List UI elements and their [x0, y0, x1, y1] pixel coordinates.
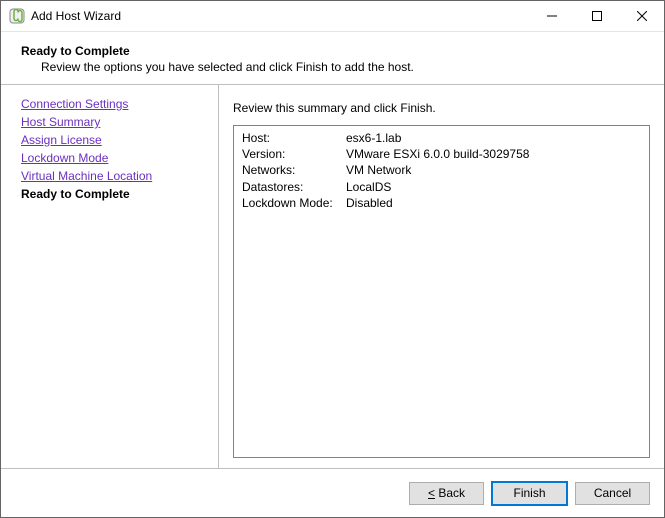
summary-value: LocalDS [346, 179, 641, 195]
summary-box: Host:esx6-1.labVersion:VMware ESXi 6.0.0… [233, 125, 650, 458]
summary-row: Networks:VM Network [242, 162, 641, 178]
summary-label: Version: [242, 146, 346, 162]
wizard-step-lockdown-mode[interactable]: Lockdown Mode [21, 149, 206, 167]
wizard-step-connection-settings[interactable]: Connection Settings [21, 95, 206, 113]
maximize-icon [592, 11, 602, 21]
summary-label: Host: [242, 130, 346, 146]
summary-label: Lockdown Mode: [242, 195, 346, 211]
summary-row: Datastores:LocalDS [242, 179, 641, 195]
header-block: Ready to Complete Review the options you… [1, 32, 664, 84]
wizard-step-virtual-machine-location[interactable]: Virtual Machine Location [21, 167, 206, 185]
close-icon [637, 11, 647, 21]
page-title: Ready to Complete [21, 44, 644, 58]
maximize-button[interactable] [574, 1, 619, 31]
app-icon [9, 8, 25, 24]
summary-label: Datastores: [242, 179, 346, 195]
instruction-text: Review this summary and click Finish. [233, 101, 650, 115]
summary-value: esx6-1.lab [346, 130, 641, 146]
summary-row: Lockdown Mode:Disabled [242, 195, 641, 211]
summary-row: Host:esx6-1.lab [242, 130, 641, 146]
content-row: Connection SettingsHost SummaryAssign Li… [1, 84, 664, 469]
summary-value: Disabled [346, 195, 641, 211]
summary-label: Networks: [242, 162, 346, 178]
summary-value: VM Network [346, 162, 641, 178]
minimize-icon [547, 11, 557, 21]
wizard-window: Add Host Wizard Ready to Complete Review… [0, 0, 665, 518]
page-subtitle: Review the options you have selected and… [21, 58, 644, 74]
window-title: Add Host Wizard [31, 9, 529, 23]
wizard-steps-sidebar: Connection SettingsHost SummaryAssign Li… [1, 85, 219, 468]
wizard-step-host-summary[interactable]: Host Summary [21, 113, 206, 131]
window-controls [529, 1, 664, 31]
main-pane: Review this summary and click Finish. Ho… [219, 85, 664, 468]
close-button[interactable] [619, 1, 664, 31]
cancel-button[interactable]: Cancel [575, 482, 650, 505]
finish-button[interactable]: Finish [492, 482, 567, 505]
wizard-step-ready-to-complete: Ready to Complete [21, 185, 206, 203]
wizard-step-assign-license[interactable]: Assign License [21, 131, 206, 149]
titlebar: Add Host Wizard [1, 1, 664, 32]
back-button[interactable]: < Back [409, 482, 484, 505]
summary-value: VMware ESXi 6.0.0 build-3029758 [346, 146, 641, 162]
summary-row: Version:VMware ESXi 6.0.0 build-3029758 [242, 146, 641, 162]
footer-buttons: < Back Finish Cancel [1, 469, 664, 517]
minimize-button[interactable] [529, 1, 574, 31]
